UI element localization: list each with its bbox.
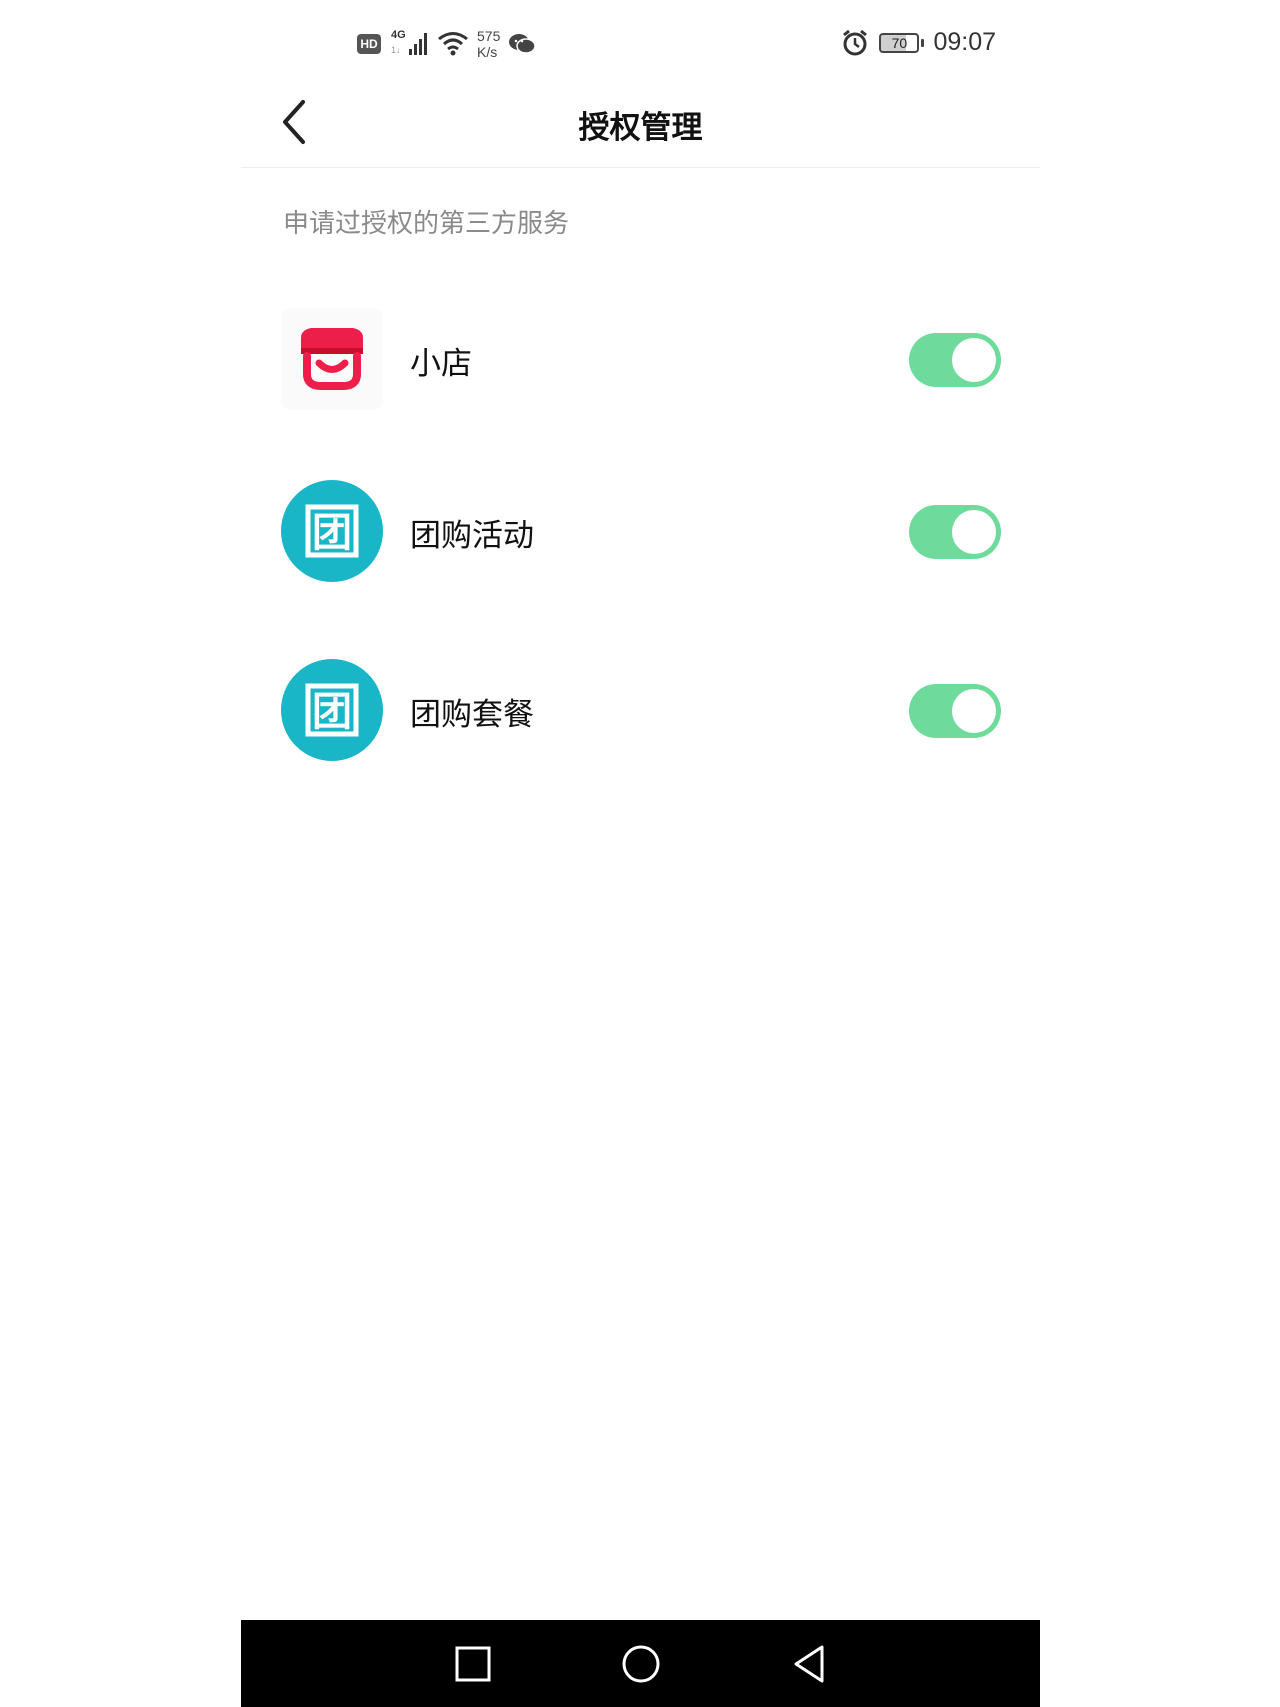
hd-icon: HD	[357, 34, 381, 54]
tuan-icon: 团	[281, 480, 383, 582]
toggle-knob	[952, 338, 996, 382]
status-bar-left: HD 4G 1↓ 575 K/s	[357, 28, 537, 60]
recent-apps-icon	[455, 1646, 491, 1682]
speed-unit: K/s	[477, 44, 498, 60]
speed-value: 575	[477, 28, 501, 44]
tuan-glyph: 团	[312, 689, 352, 735]
system-nav-bar	[241, 1620, 1040, 1707]
authorization-toggle-group-buy-package[interactable]	[909, 684, 1001, 738]
service-name: 团购活动	[410, 518, 534, 554]
wechat-icon	[509, 34, 537, 54]
home-button[interactable]	[619, 1642, 663, 1686]
service-row-group-buy-activity: 团 团购活动	[241, 472, 1040, 582]
back-triangle-icon	[794, 1645, 824, 1683]
recent-apps-button[interactable]	[451, 1642, 495, 1686]
shop-icon	[281, 308, 383, 410]
status-bar: HD 4G 1↓ 575 K/s 70 09:07	[241, 22, 1040, 72]
authorization-toggle-group-buy-activity[interactable]	[909, 505, 1001, 559]
section-label: 申请过授权的第三方服务	[283, 209, 570, 239]
nav-back-button[interactable]	[788, 1642, 832, 1686]
status-time: 09:07	[933, 28, 996, 56]
page-title: 授权管理	[578, 110, 703, 146]
service-row-group-buy-package: 团 团购套餐	[241, 651, 1040, 761]
wifi-icon	[438, 32, 468, 56]
tuan-glyph: 团	[312, 510, 352, 556]
service-name: 小店	[410, 346, 472, 382]
toggle-knob	[952, 510, 996, 554]
status-bar-right: 70 09:07	[841, 28, 996, 57]
network-speed: 575 K/s	[477, 28, 500, 60]
service-row-shop: 小店	[241, 300, 1040, 410]
home-icon	[622, 1645, 660, 1683]
tuan-icon: 团	[281, 659, 383, 761]
signal-icon: 4G 1↓	[389, 29, 429, 59]
toggle-knob	[952, 689, 996, 733]
authorization-toggle-shop[interactable]	[909, 333, 1001, 387]
service-name: 团购套餐	[410, 697, 534, 733]
battery-icon: 70	[879, 32, 925, 53]
app-header: 授权管理	[241, 80, 1040, 168]
signal-bars	[409, 33, 427, 55]
alarm-icon	[843, 29, 868, 55]
phone-screen: HD 4G 1↓ 575 K/s 70 09:07 授权管理 申请过授权的第三方…	[241, 0, 1040, 1707]
